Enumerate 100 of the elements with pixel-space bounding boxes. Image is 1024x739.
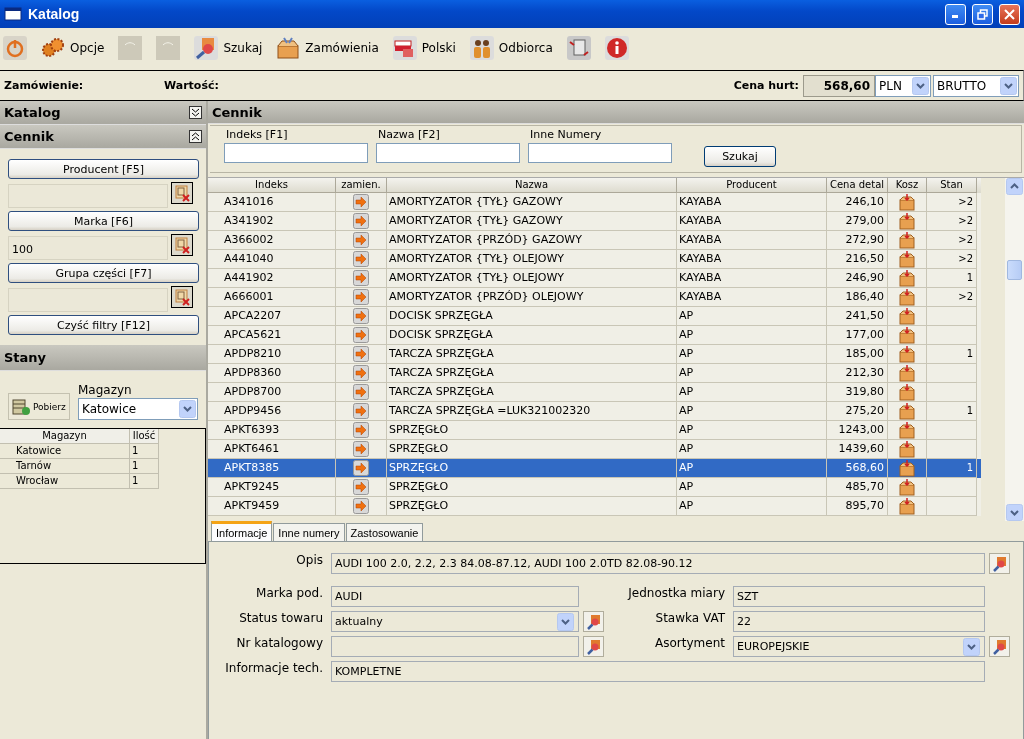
dropdown-caret-icon[interactable] [179, 400, 196, 418]
lookup-button[interactable] [989, 553, 1010, 574]
search-field[interactable] [224, 143, 368, 163]
text-field[interactable]: SZT [733, 586, 985, 607]
text-field[interactable]: AUDI [331, 586, 579, 607]
toolbar-button[interactable]: Zamówienia [276, 34, 379, 62]
arrow-right-icon[interactable] [353, 194, 369, 210]
dropdown-field[interactable]: aktualny [331, 611, 579, 632]
toolbar-button[interactable]: Opcje [41, 34, 105, 62]
table-row[interactable]: APDP8210 TARCZA SPRZĘGŁA AP 185,00 1 [208, 345, 981, 364]
currency-dropdown[interactable]: PLN [875, 74, 931, 97]
box-icon[interactable] [899, 364, 915, 382]
search-button[interactable]: Szukaj [704, 146, 776, 167]
table-row[interactable]: APCA2207 DOCISK SPRZĘGŁA AP 241,50 [208, 307, 981, 326]
table-row[interactable]: A441902 AMORTYZATOR {TYŁ} OLEJOWY KAYABA 246,90 1 [208, 269, 981, 288]
filter-button[interactable]: Marka [F6] [8, 211, 199, 231]
arrow-right-icon[interactable] [353, 232, 369, 248]
box-icon[interactable] [899, 478, 915, 496]
text-field[interactable]: KOMPLETNE [331, 661, 985, 682]
table-row[interactable]: A666001 AMORTYZATOR {PRZÓD} OLEJOWY KAYABA 186,40 >2 [208, 288, 981, 307]
arrow-right-icon[interactable] [353, 308, 369, 324]
box-icon[interactable] [899, 193, 915, 211]
lookup-button[interactable] [583, 636, 604, 657]
table-row[interactable]: APKT6393 SPRZĘGŁO AP 1243,00 [208, 421, 981, 440]
box-icon[interactable] [899, 326, 915, 344]
price-type-dropdown[interactable]: BRUTTO [933, 74, 1019, 97]
dropdown-caret-icon[interactable] [1000, 76, 1017, 95]
box-icon[interactable] [899, 231, 915, 249]
box-icon[interactable] [899, 345, 915, 363]
box-icon[interactable] [899, 288, 915, 306]
table-row[interactable]: APKT8385 SPRZĘGŁO AP 568,60 1 [208, 459, 981, 478]
tab[interactable]: Informacje [211, 521, 273, 541]
clear-filters-button[interactable]: Czyść filtry [F12] [8, 315, 199, 335]
table-row[interactable]: APKT9459 SPRZĘGŁO AP 895,70 [208, 497, 981, 516]
toolbar-button[interactable]: Szukaj [194, 34, 263, 62]
dropdown-caret-icon[interactable] [912, 76, 929, 95]
scrollbar[interactable] [1005, 178, 1024, 521]
arrow-right-icon[interactable] [353, 270, 369, 286]
fetch-button[interactable]: Pobierz [8, 393, 70, 420]
text-field[interactable]: AUDI 100 2.0, 2.2, 2.3 84.08-87.12, AUDI 100 2.0TD 82.08-90.12 [331, 553, 985, 574]
warehouse-dropdown[interactable]: Katowice [78, 398, 198, 420]
box-icon[interactable] [899, 459, 915, 477]
toolbar-button[interactable] [3, 34, 27, 62]
box-icon[interactable] [899, 440, 915, 458]
box-icon[interactable] [899, 421, 915, 439]
arrow-right-icon[interactable] [353, 384, 369, 400]
arrow-right-icon[interactable] [353, 422, 369, 438]
table-row[interactable]: APDP8360 TARCZA SPRZĘGŁA AP 212,30 [208, 364, 981, 383]
dropdown-caret-icon[interactable] [963, 637, 980, 656]
clear-filter-button[interactable] [171, 234, 193, 256]
table-row[interactable]: APDP8700 TARCZA SPRZĘGŁA AP 319,80 [208, 383, 981, 402]
lookup-button[interactable] [583, 611, 604, 632]
dropdown-caret-icon[interactable] [557, 612, 574, 631]
close-button[interactable] [999, 3, 1020, 25]
table-row[interactable]: A341016 AMORTYZATOR {TYŁ} GAZOWY KAYABA 246,10 >2 [208, 193, 981, 212]
box-icon[interactable] [899, 250, 915, 268]
arrow-right-icon[interactable] [353, 479, 369, 495]
clear-filter-button[interactable] [171, 182, 193, 204]
toolbar-button[interactable]: Polski [392, 34, 456, 62]
section-header[interactable]: Katalog [0, 101, 206, 125]
collapse-icon[interactable] [189, 130, 202, 143]
arrow-right-icon[interactable] [353, 327, 369, 343]
box-icon[interactable] [899, 269, 915, 287]
lookup-button[interactable] [989, 636, 1010, 657]
filter-button[interactable]: Grupa części [F7] [8, 263, 199, 283]
box-icon[interactable] [899, 307, 915, 325]
search-field[interactable] [528, 143, 672, 163]
scroll-thumb[interactable] [1007, 259, 1022, 280]
arrow-right-icon[interactable] [353, 251, 369, 267]
toolbar-button[interactable]: Odbiorca [469, 34, 553, 62]
arrow-right-icon[interactable] [353, 498, 369, 514]
scroll-up-icon[interactable] [1006, 178, 1023, 195]
box-icon[interactable] [899, 402, 915, 420]
filter-field[interactable]: 100 [8, 236, 168, 260]
arrow-right-icon[interactable] [353, 460, 369, 476]
clear-filter-button[interactable] [171, 286, 193, 308]
table-row[interactable]: APCA5621 DOCISK SPRZĘGŁA AP 177,00 [208, 326, 981, 345]
arrow-right-icon[interactable] [353, 289, 369, 305]
toolbar-button[interactable] [604, 34, 629, 62]
arrow-right-icon[interactable] [353, 365, 369, 381]
table-row[interactable]: APKT6461 SPRZĘGŁO AP 1439,60 [208, 440, 981, 459]
filter-button[interactable]: Producent [F5] [8, 159, 199, 179]
section-header[interactable]: Cennik [0, 125, 206, 149]
tab[interactable]: Zastosowanie [345, 523, 424, 541]
text-field[interactable] [331, 636, 579, 657]
toolbar-button[interactable] [566, 34, 591, 62]
restore-button[interactable] [972, 3, 993, 25]
minimize-button[interactable] [945, 3, 966, 25]
arrow-right-icon[interactable] [353, 403, 369, 419]
box-icon[interactable] [899, 497, 915, 515]
table-row[interactable]: A441040 AMORTYZATOR {TYŁ} OLEJOWY KAYABA 216,50 >2 [208, 250, 981, 269]
expand-icon[interactable] [189, 106, 202, 119]
table-row[interactable]: A366002 AMORTYZATOR {PRZÓD} GAZOWY KAYABA 272,90 >2 [208, 231, 981, 250]
arrow-right-icon[interactable] [353, 441, 369, 457]
arrow-right-icon[interactable] [353, 346, 369, 362]
dropdown-field[interactable]: EUROPEJSKIE [733, 636, 985, 657]
box-icon[interactable] [899, 383, 915, 401]
box-icon[interactable] [899, 212, 915, 230]
table-row[interactable]: A341902 AMORTYZATOR {TYŁ} GAZOWY KAYABA 279,00 >2 [208, 212, 981, 231]
scroll-down-icon[interactable] [1006, 504, 1023, 521]
